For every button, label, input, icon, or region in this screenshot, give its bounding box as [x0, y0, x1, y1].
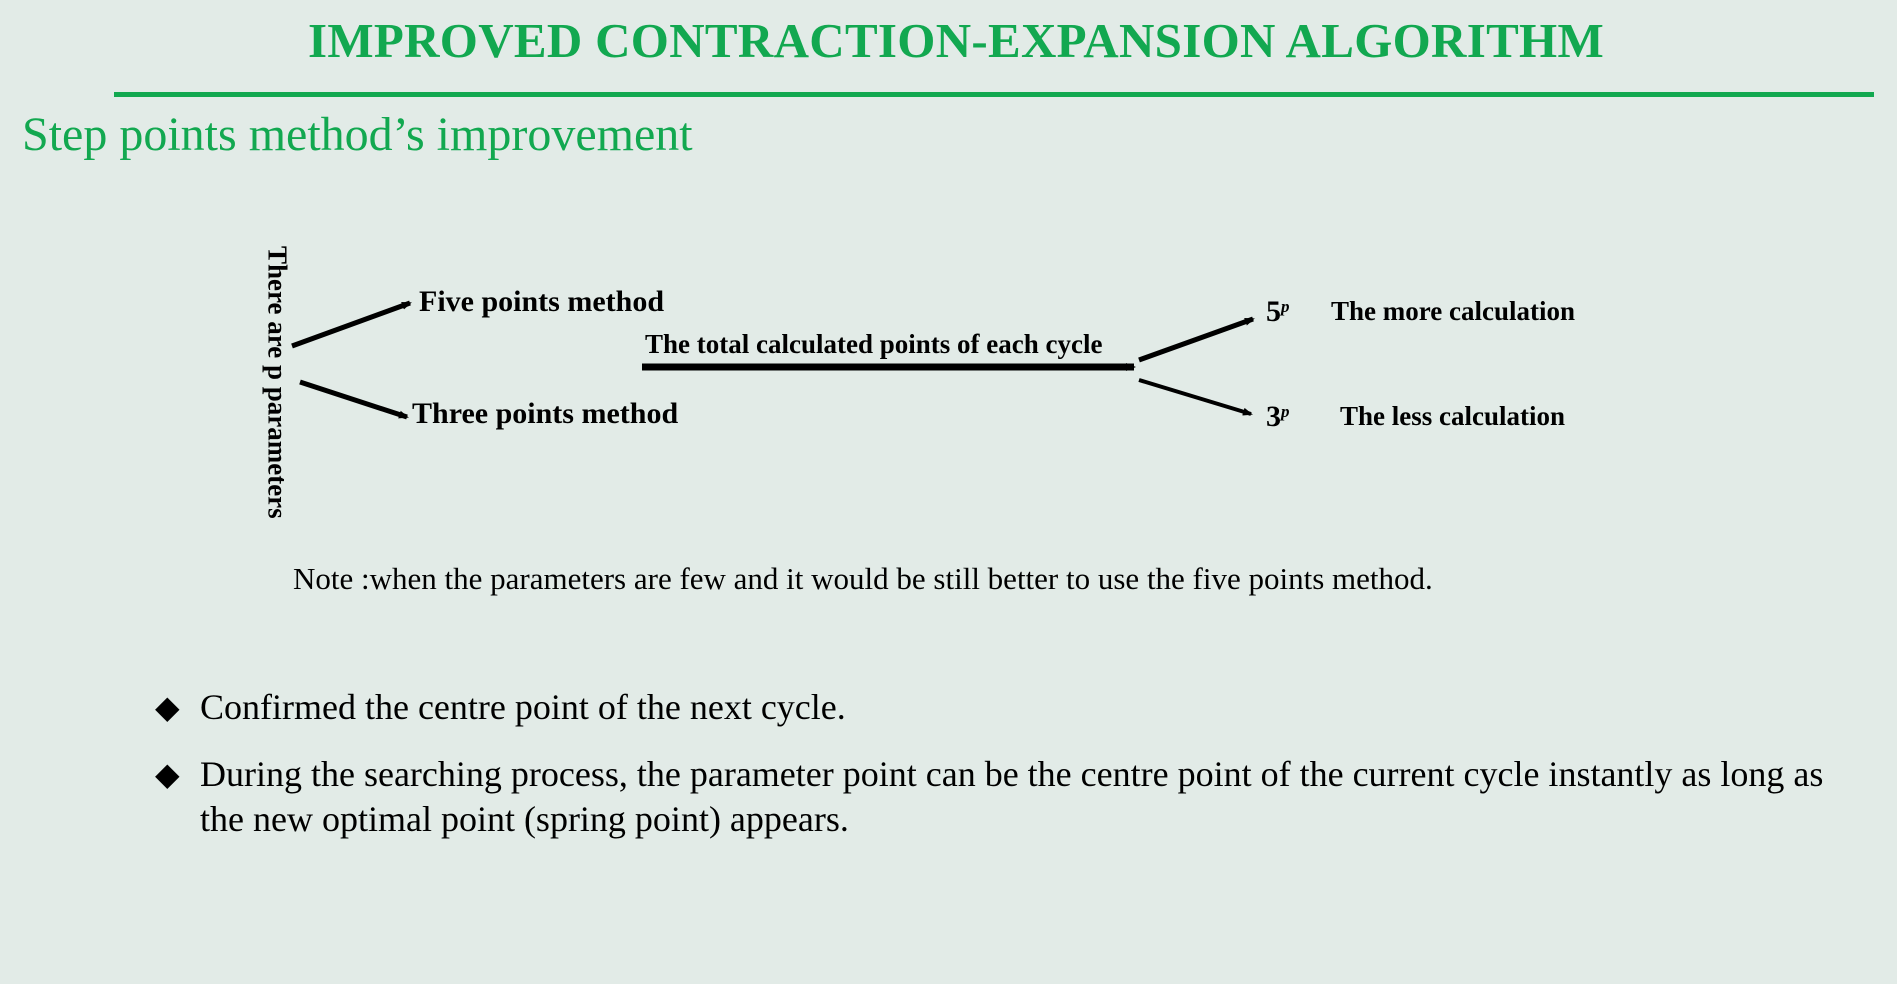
- arrow-to-three-p: [1138, 378, 1253, 416]
- three-power-p-label: 3p: [1266, 400, 1290, 434]
- arrow-to-five-p: [1138, 316, 1255, 363]
- more-calculation-label: The more calculation: [1331, 296, 1575, 326]
- parameters-label: There are p parameters: [262, 246, 293, 519]
- diamond-bullet-icon: ◆: [155, 756, 180, 792]
- arrow-to-five-method: [291, 300, 412, 349]
- bullet-text: During the searching process, the parame…: [200, 754, 1824, 839]
- three-exponent: p: [1281, 402, 1290, 421]
- five-points-method-label: Five points method: [419, 285, 665, 318]
- three-points-method-label: Three points method: [412, 397, 679, 430]
- note-text: Note :when the parameters are few and it…: [293, 561, 1433, 596]
- bullet-list: ◆ Confirmed the centre point of the next…: [155, 685, 1835, 864]
- three-base: 3: [1266, 400, 1281, 433]
- five-power-p-label: 5p: [1266, 295, 1290, 329]
- five-exponent: p: [1281, 297, 1290, 316]
- total-points-label: The total calculated points of each cycl…: [645, 329, 1103, 359]
- arrow-to-three-method: [299, 379, 409, 420]
- bullet-item: ◆ Confirmed the centre point of the next…: [155, 685, 1835, 730]
- bullet-text: Confirmed the centre point of the next c…: [200, 687, 846, 727]
- less-calculation-label: The less calculation: [1340, 401, 1566, 431]
- five-base: 5: [1266, 295, 1281, 328]
- diamond-bullet-icon: ◆: [155, 689, 180, 725]
- bullet-item: ◆ During the searching process, the para…: [155, 752, 1835, 842]
